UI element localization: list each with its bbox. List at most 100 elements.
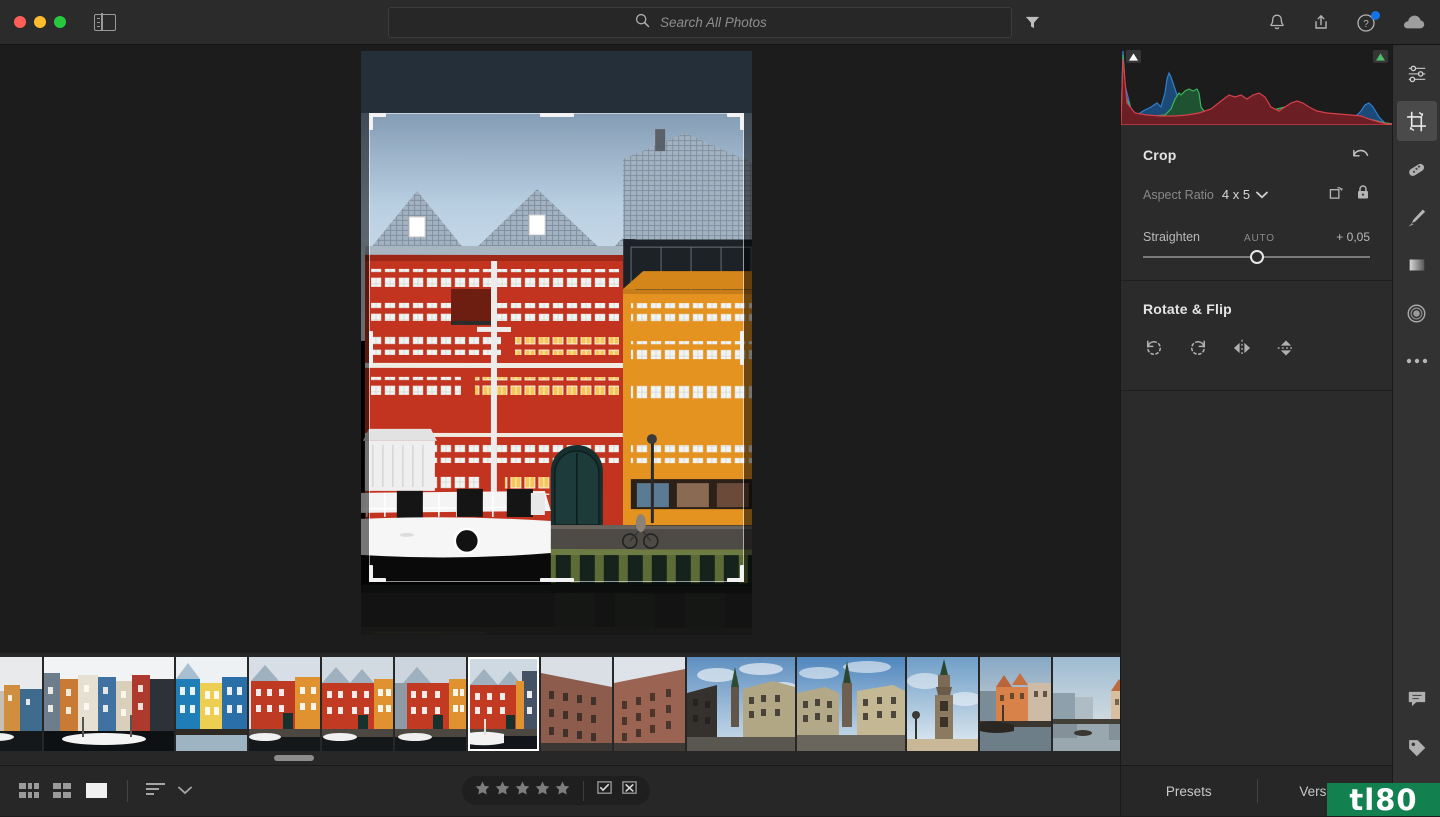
rotate-flip-section: Rotate & Flip <box>1121 281 1392 391</box>
more-options-icon[interactable] <box>1397 341 1437 381</box>
search-icon <box>635 13 650 33</box>
filmstrip[interactable] <box>0 653 1120 765</box>
toolbar-divider <box>127 780 128 802</box>
sort-icon[interactable] <box>146 782 166 801</box>
crop-section: Crop Aspect Ratio 4 x 5 <box>1121 125 1392 281</box>
star-1[interactable] <box>474 780 491 802</box>
toolbar-actions: ? <box>1268 0 1426 45</box>
crop-handle-left[interactable] <box>369 331 373 365</box>
highlight-clipping-indicator[interactable] <box>1373 50 1388 63</box>
thumb-canal-golden-hour[interactable] <box>980 657 1051 751</box>
aspect-ratio-value[interactable]: 4 x 5 <box>1222 187 1250 202</box>
cloud-sync-icon[interactable] <box>1402 14 1426 31</box>
linear-gradient-icon[interactable] <box>1397 245 1437 285</box>
thumb-nyhavn-panorama-1[interactable] <box>0 657 42 751</box>
crop-handle-bottom-left-v[interactable] <box>369 565 373 582</box>
help-icon[interactable]: ? <box>1356 13 1376 33</box>
crop-icon[interactable] <box>1397 101 1437 141</box>
rotate-flip-buttons <box>1143 337 1370 390</box>
presets-button[interactable]: Presets <box>1121 766 1257 816</box>
thumb-church-square[interactable] <box>797 657 905 751</box>
thumb-nyhavn-red-houses-2[interactable] <box>322 657 393 751</box>
detail-view-icon[interactable] <box>86 781 107 802</box>
search-input[interactable] <box>660 15 1011 30</box>
thumb-brick-facade-1[interactable] <box>541 657 612 751</box>
watermark: tl80 <box>1327 783 1440 816</box>
view-mode-group <box>18 781 107 802</box>
rotate-counterclockwise-icon[interactable] <box>1143 337 1165 364</box>
star-4[interactable] <box>534 780 551 802</box>
star-5[interactable] <box>554 780 571 802</box>
minimize-button[interactable] <box>34 16 46 28</box>
thumb-canal-wide[interactable] <box>1053 657 1120 751</box>
tag-icon[interactable] <box>1397 728 1437 768</box>
thumb-brick-facade-2[interactable] <box>614 657 685 751</box>
crop-handle-top[interactable] <box>540 113 574 117</box>
histogram[interactable] <box>1121 45 1393 125</box>
star-2[interactable] <box>494 780 511 802</box>
flip-horizontal-icon[interactable] <box>1231 337 1253 364</box>
search-bar[interactable] <box>388 7 1012 38</box>
close-button[interactable] <box>14 16 26 28</box>
notifications-icon[interactable] <box>1268 13 1286 32</box>
thumb-nyhavn-red-houses-3[interactable] <box>395 657 466 751</box>
crop-handle-bottom[interactable] <box>540 578 574 582</box>
crop-header: Crop <box>1143 125 1370 164</box>
title-bar: ? <box>0 0 1440 45</box>
straighten-auto-button[interactable]: AUTO <box>1244 233 1275 244</box>
straighten-label: Straighten <box>1143 230 1200 244</box>
photo-container[interactable] <box>361 51 752 635</box>
square-grid-view-icon[interactable] <box>52 781 73 802</box>
comments-icon[interactable] <box>1397 678 1437 718</box>
flag-group <box>584 780 650 801</box>
share-icon[interactable] <box>1312 13 1330 32</box>
healing-brush-icon[interactable] <box>1397 149 1437 189</box>
photo-canvas[interactable] <box>0 45 1120 653</box>
straighten-slider-handle[interactable] <box>1250 250 1264 264</box>
shadow-clipping-indicator[interactable] <box>1126 50 1141 63</box>
rotate-crop-icon[interactable] <box>1329 185 1344 205</box>
star-rating[interactable] <box>462 780 583 802</box>
brush-icon[interactable] <box>1397 197 1437 237</box>
help-notification-badge <box>1371 11 1380 20</box>
lock-closed-icon[interactable] <box>1356 184 1370 205</box>
thumb-church-tower[interactable] <box>907 657 978 751</box>
flag-pick-icon[interactable] <box>596 780 613 801</box>
chevron-down-icon[interactable] <box>1256 191 1268 199</box>
thumb-street-with-spire[interactable] <box>687 657 795 751</box>
tool-rail <box>1392 45 1440 816</box>
edit-sliders-icon[interactable] <box>1397 53 1437 93</box>
rotate-flip-header: Rotate & Flip <box>1143 281 1370 317</box>
reset-arrow-icon[interactable] <box>1351 145 1370 164</box>
flip-vertical-icon[interactable] <box>1275 337 1297 364</box>
thumb-nyhavn-boat-selected[interactable] <box>468 657 539 751</box>
crop-handle-top-right-v[interactable] <box>740 113 744 130</box>
grid-view-icon[interactable] <box>18 781 39 802</box>
star-3[interactable] <box>514 780 531 802</box>
crop-handle-top-left-v[interactable] <box>369 113 373 130</box>
tool-rail-bottom <box>1393 678 1440 768</box>
edit-panel: Crop Aspect Ratio 4 x 5 <box>1120 45 1392 816</box>
thumb-nyhavn-panorama-2[interactable] <box>44 657 174 751</box>
panel-toggle-icon[interactable] <box>94 14 116 31</box>
flag-reject-icon[interactable] <box>621 780 638 801</box>
straighten-slider[interactable] <box>1143 256 1370 258</box>
crop-overlay[interactable] <box>369 113 744 582</box>
sort-chevron-down-icon[interactable] <box>178 782 192 800</box>
filter-funnel-icon[interactable] <box>1024 14 1041 36</box>
aspect-ratio-actions <box>1329 184 1370 205</box>
zoom-button[interactable] <box>54 16 66 28</box>
window-controls[interactable] <box>14 16 66 28</box>
filmstrip-scrollbar[interactable] <box>274 755 314 761</box>
radial-gradient-icon[interactable] <box>1397 293 1437 333</box>
thumb-nyhavn-blue-houses[interactable] <box>176 657 247 751</box>
sort-group <box>146 782 192 801</box>
svg-text:?: ? <box>1363 19 1369 30</box>
crop-handle-right[interactable] <box>740 331 744 365</box>
rotate-clockwise-icon[interactable] <box>1187 337 1209 364</box>
crop-handle-bottom-right-v[interactable] <box>740 565 744 582</box>
filmstrip-track <box>0 657 1120 751</box>
straighten-value[interactable]: + 0,05 <box>1336 230 1370 244</box>
thumb-nyhavn-red-houses-1[interactable] <box>249 657 320 751</box>
aspect-ratio-row: Aspect Ratio 4 x 5 <box>1143 184 1370 205</box>
